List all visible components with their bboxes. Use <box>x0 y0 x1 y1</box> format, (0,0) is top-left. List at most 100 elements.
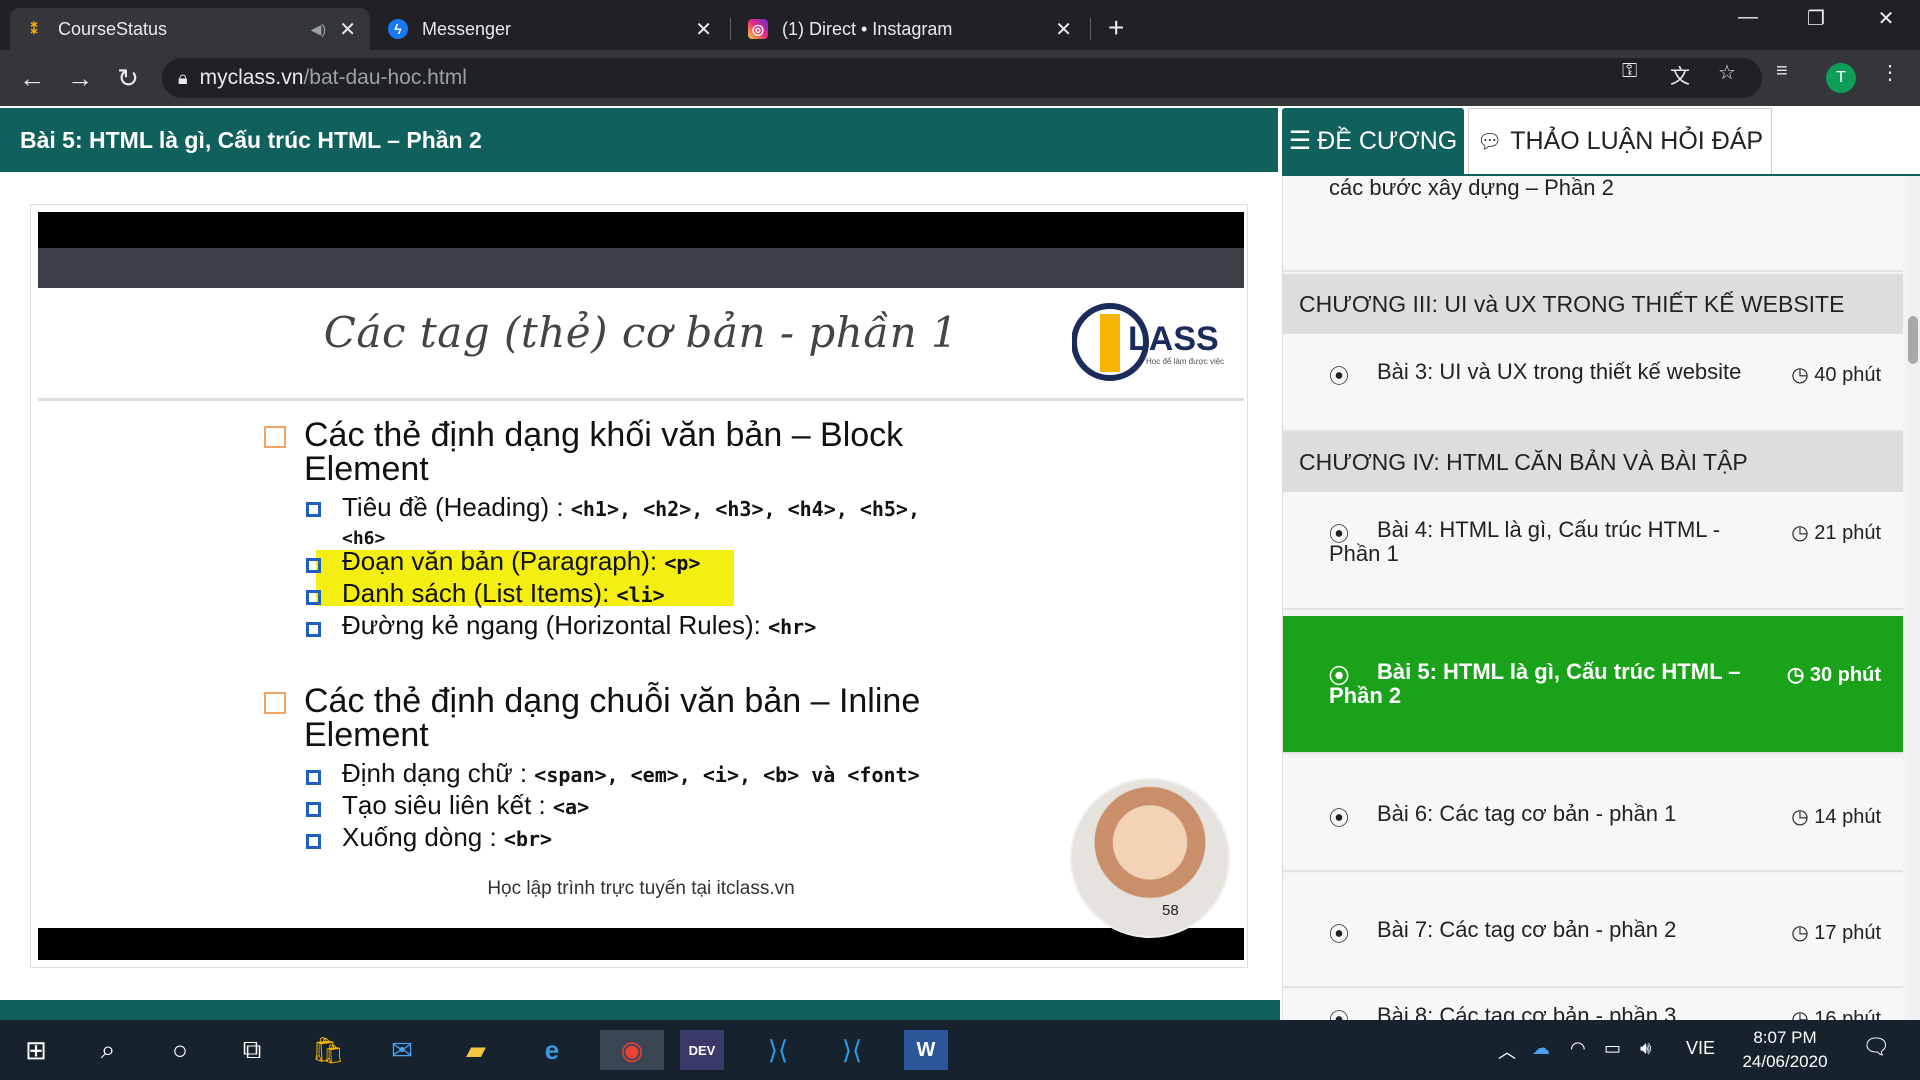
lesson-item[interactable]: ⦿ Bài 6: Các tag cơ bản - phần 1 ◷ 14 ph… <box>1283 758 1903 872</box>
url-path: /bat-dau-hoc.html <box>303 66 467 89</box>
chapter-header[interactable]: CHƯƠNG III: UI và UX TRONG THIẾT KẾ WEBS… <box>1283 274 1903 334</box>
tab-outline-label: ĐỀ CƯƠNG <box>1317 126 1458 155</box>
lesson-item-active[interactable]: ⦿ Bài 5: HTML là gì, Cấu trúc HTML – Phầ… <box>1283 616 1903 754</box>
taskbar-clock[interactable]: 8:07 PM 24/06/2020 <box>1730 1026 1840 1074</box>
browser-toolbar: ← → ↻ 🔒︎ myclass.vn/bat-dau-hoc.html ⚿ 文… <box>0 50 1920 106</box>
section1-item: Tiêu đề (Heading) : <h1>, <h2>, <h3>, <h… <box>342 492 920 523</box>
item-code: <span>, <em>, <i>, <b> và <font> <box>534 763 920 787</box>
back-button[interactable]: ← <box>16 62 48 94</box>
item-label: Danh sách (List Items): <box>342 578 617 608</box>
lesson-item[interactable]: ⦿ Bài 7: Các tag cơ bản - phần 2 ◷ 17 ph… <box>1283 874 1903 988</box>
section1-item: Danh sách (List Items): <li> <box>342 578 665 609</box>
task-view-icon[interactable]: ⧉ <box>230 1030 274 1070</box>
devc-icon[interactable]: DEV <box>680 1030 724 1070</box>
duration-text: 40 phút <box>1814 364 1881 386</box>
input-language[interactable]: VIE <box>1686 1038 1715 1059</box>
notification-icon[interactable]: 🗨︎ <box>1862 1034 1890 1060</box>
onedrive-icon[interactable]: ☁ <box>1532 1038 1550 1059</box>
clock-time: 8:07 PM <box>1753 1028 1817 1047</box>
reload-button[interactable]: ↻ <box>112 62 144 94</box>
minimize-button[interactable]: — <box>1728 6 1768 29</box>
close-tab-icon[interactable]: ✕ <box>1055 17 1072 42</box>
itclass-logo: LASS Học để làm được việc <box>1072 303 1224 381</box>
sidebar-tabs: ☰ ĐỀ CƯƠNG 💬︎ THẢO LUẬN HỎI ĐÁP <box>1282 108 1920 174</box>
forward-button[interactable]: → <box>64 62 96 94</box>
slide-top-band <box>38 248 1244 288</box>
media-controls-icon[interactable]: ≡ <box>1776 60 1788 83</box>
address-bar[interactable]: 🔒︎ myclass.vn/bat-dau-hoc.html <box>162 58 1762 98</box>
key-icon[interactable]: ⚿ <box>1622 60 1637 83</box>
lesson-item[interactable]: ⦿ Bài 8: Các tag cơ bản - phần 3 ◷ 16 ph… <box>1283 990 1903 1020</box>
item-label: Định dạng chữ : <box>342 758 535 788</box>
tab-discussion[interactable]: 💬︎ THẢO LUẬN HỎI ĐÁP <box>1468 108 1772 174</box>
lesson-name: Bài 8: Các tag cơ bản - phần 3 <box>1377 1003 1677 1021</box>
tab-discussion-label: THẢO LUẬN HỎI ĐÁP <box>1510 127 1764 155</box>
menu-icon[interactable]: ⋮ <box>1880 60 1900 85</box>
lesson-duration: ◷ 17 phút <box>1791 920 1881 945</box>
section2-item: Xuống dòng : <br> <box>342 822 552 853</box>
lesson-duration: ◷ 14 phút <box>1791 804 1881 829</box>
lesson-item[interactable]: ⦿ Bài 3: UI và UX trong thiết kế website… <box>1283 334 1903 432</box>
word-icon[interactable]: W <box>904 1030 948 1070</box>
section1-heading-line2: Element <box>304 450 429 488</box>
section1-heading: Các thẻ định dạng khối văn bản – Block E… <box>304 418 903 486</box>
vscode-icon[interactable]: ⟩⟨ <box>756 1030 800 1070</box>
clock-icon: ◷ <box>1791 1008 1815 1020</box>
chrome-icon[interactable]: ◉ <box>600 1030 664 1070</box>
tab-instagram[interactable]: ◎ (1) Direct • Instagram ✕ <box>734 8 1086 50</box>
lesson-item[interactable]: ⦿ Bài 4: HTML là gì, Cấu trúc HTML - Phầ… <box>1283 492 1903 610</box>
duration-text: 16 phút <box>1814 1008 1881 1020</box>
chapter-header[interactable]: CHƯƠNG IV: HTML CĂN BẢN VÀ BÀI TẬP <box>1283 432 1903 492</box>
video-player[interactable]: Các tag (thẻ) cơ bản - phần 1 LASS Học đ… <box>38 212 1244 960</box>
item-label: Đoạn văn bản (Paragraph): <box>342 546 665 576</box>
scrollbar-thumb[interactable] <box>1908 316 1918 364</box>
restore-button[interactable]: ❐ <box>1796 6 1836 31</box>
wifi-icon[interactable]: ◠ <box>1570 1038 1586 1059</box>
orange-square-bullet-icon <box>264 692 286 714</box>
clock-icon: ◷ <box>1791 522 1815 544</box>
url-host: myclass.vn <box>199 66 304 89</box>
new-tab-button[interactable]: + <box>1108 12 1124 44</box>
volume-icon[interactable]: 🔊︎ <box>1640 1038 1651 1059</box>
edge-icon[interactable]: e <box>530 1030 574 1070</box>
lesson-name: Bài 4: HTML là gì, Cấu trúc HTML - Phần … <box>1329 517 1721 566</box>
item-label: Tạo siêu liên kết : <box>342 790 553 820</box>
duration-text: 17 phút <box>1814 922 1881 944</box>
tab-outline[interactable]: ☰ ĐỀ CƯƠNG <box>1282 108 1464 174</box>
lesson-name: Bài 3: UI và UX trong thiết kế website <box>1377 359 1742 384</box>
mail-icon[interactable]: ✉ <box>380 1030 424 1070</box>
bottom-bar <box>0 1000 1280 1020</box>
store-icon[interactable]: 🛍︎ <box>306 1030 350 1070</box>
section1-item: Đường kẻ ngang (Horizontal Rules): <hr> <box>342 610 816 641</box>
tab-messenger[interactable]: ϟ Messenger ✕ <box>374 8 726 50</box>
close-tab-icon[interactable]: ✕ <box>339 17 356 42</box>
battery-icon[interactable]: ▭ <box>1604 1038 1621 1059</box>
lock-icon[interactable]: 🔒︎ <box>178 68 188 89</box>
blue-square-bullet-icon <box>306 622 321 637</box>
section1-item: Đoạn văn bản (Paragraph): <p> <box>342 546 700 577</box>
speaker-icon[interactable]: ◀) <box>311 21 326 38</box>
search-icon[interactable]: ⌕ <box>86 1030 130 1070</box>
blue-square-bullet-icon <box>306 770 321 785</box>
section2-item: Định dạng chữ : <span>, <em>, <i>, <b> v… <box>342 758 920 789</box>
bookmark-star-icon[interactable]: ☆ <box>1718 60 1736 85</box>
item-label: Tiêu đề (Heading) : <box>342 492 571 522</box>
slide-number: 58 <box>1162 902 1179 919</box>
tab-title: CourseStatus <box>58 18 168 39</box>
instructor-avatar <box>1070 778 1230 938</box>
close-window-button[interactable]: ✕ <box>1866 6 1906 31</box>
windows-start-icon[interactable]: ⊞ <box>14 1030 58 1070</box>
translate-icon[interactable]: 文 <box>1670 60 1690 89</box>
lesson-duration: ◷ 30 phút <box>1787 662 1881 687</box>
lesson-item-partial[interactable]: các bước xây dựng – Phần 2 <box>1283 176 1903 272</box>
file-explorer-icon[interactable]: ▰ <box>454 1030 498 1070</box>
instagram-icon: ◎ <box>748 19 768 39</box>
profile-avatar[interactable]: T <box>1826 63 1856 93</box>
outline-scrollbar[interactable] <box>1906 176 1920 1020</box>
vscode-icon-2[interactable]: ⟩⟨ <box>830 1030 874 1070</box>
cortana-icon[interactable]: ○ <box>158 1030 202 1070</box>
itclass-favicon: ⁑ <box>30 20 38 37</box>
chevron-up-icon[interactable]: ︿ <box>1498 1038 1516 1064</box>
tab-coursestatus[interactable]: ⁑ CourseStatus ◀) ✕ <box>10 8 370 50</box>
close-tab-icon[interactable]: ✕ <box>695 17 712 42</box>
